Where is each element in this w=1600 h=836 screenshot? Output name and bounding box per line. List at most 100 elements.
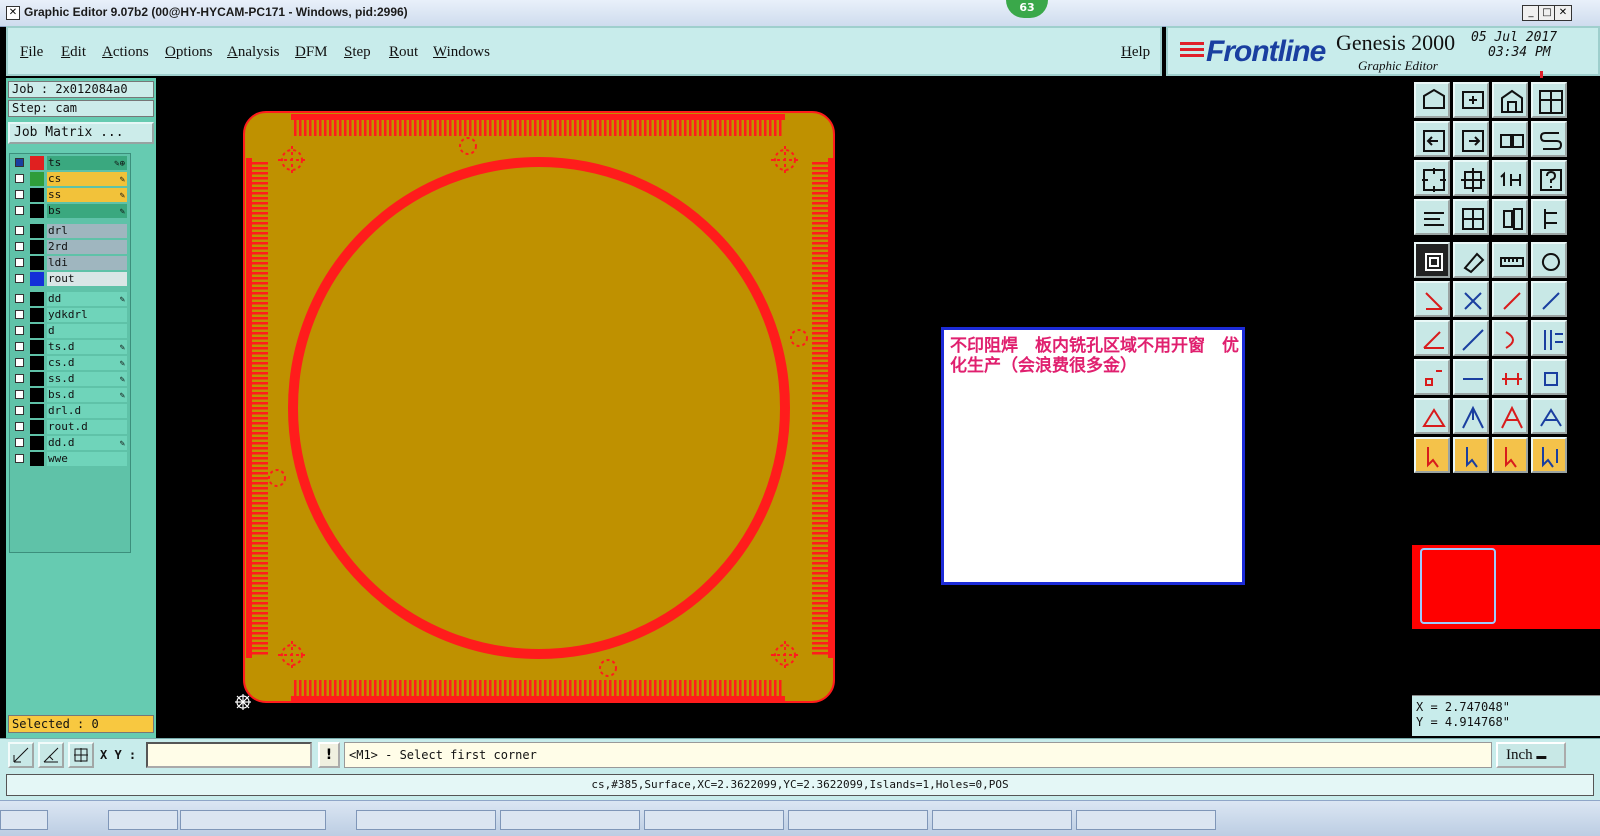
grid-icon[interactable] — [1453, 199, 1489, 235]
layer-name[interactable]: rout.d — [47, 420, 127, 434]
layer-name[interactable]: ss ✎ — [47, 188, 127, 202]
layer-checkbox[interactable] — [15, 438, 24, 447]
taskbar-item[interactable] — [180, 810, 326, 830]
layer-row-bs[interactable]: bs ✎ — [13, 204, 131, 218]
taskbar-item[interactable] — [356, 810, 496, 830]
layer-checkbox[interactable] — [15, 406, 24, 415]
layers-red-icon[interactable] — [1492, 199, 1528, 235]
palette-icon[interactable] — [1414, 199, 1450, 235]
snap-s-icon[interactable] — [1531, 121, 1567, 157]
menu-step[interactable]: Step — [344, 44, 371, 61]
layer-color-swatch[interactable] — [30, 420, 44, 434]
layer-color-swatch[interactable] — [30, 452, 44, 466]
taskbar-item[interactable] — [108, 810, 178, 830]
help-icon[interactable] — [1531, 160, 1567, 196]
layer-color-swatch[interactable] — [30, 308, 44, 322]
menu-analysis[interactable]: Analysis — [227, 44, 280, 61]
taskbar-item[interactable] — [932, 810, 1072, 830]
layer-name[interactable]: rout — [47, 272, 127, 286]
layer-color-swatch[interactable] — [30, 224, 44, 238]
fit-icon[interactable] — [1414, 160, 1450, 196]
layer-row-d[interactable]: d — [13, 324, 131, 338]
layer-row-cs-d[interactable]: cs.d ✎ — [13, 356, 131, 370]
taskbar-item[interactable] — [1076, 810, 1216, 830]
layer-checkbox[interactable] — [15, 158, 24, 167]
menu-edit[interactable]: Edit — [61, 44, 86, 61]
menu-rout[interactable]: Rout — [389, 44, 418, 61]
triangle-up-icon[interactable] — [1453, 398, 1489, 434]
erase-icon[interactable] — [1453, 242, 1489, 278]
layer-name[interactable]: wwe — [47, 452, 127, 466]
house-icon[interactable] — [1492, 82, 1528, 118]
layer-name[interactable]: ldi — [47, 256, 127, 270]
layer-checkbox[interactable] — [15, 326, 24, 335]
pointer2-icon[interactable] — [1453, 437, 1489, 473]
menu-windows[interactable]: Windows — [433, 44, 490, 61]
layer-color-swatch[interactable] — [30, 156, 44, 170]
layer-name[interactable]: dd ✎ — [47, 292, 127, 306]
hline-icon[interactable] — [1453, 359, 1489, 395]
layer-name[interactable]: ss.d ✎ — [47, 372, 127, 386]
layer-color-swatch[interactable] — [30, 436, 44, 450]
window-icon[interactable] — [1531, 82, 1567, 118]
letter-a-icon[interactable] — [1492, 398, 1528, 434]
layer-row-bs-d[interactable]: bs.d ✎ — [13, 388, 131, 402]
warning-button[interactable]: ! — [318, 742, 340, 768]
draw-line-icon[interactable] — [1453, 320, 1489, 356]
layer-row-rout[interactable]: rout — [13, 272, 131, 286]
center-icon[interactable] — [1453, 160, 1489, 196]
layer-row-drl[interactable]: drl — [13, 224, 131, 238]
layer-row-wwe[interactable]: wwe — [13, 452, 131, 466]
layer-color-swatch[interactable] — [30, 340, 44, 354]
xy-input[interactable] — [146, 742, 312, 768]
layer-color-swatch[interactable] — [30, 404, 44, 418]
dot-icon[interactable] — [1531, 242, 1567, 278]
layer-checkbox[interactable] — [15, 390, 24, 399]
layer-checkbox[interactable] — [15, 190, 24, 199]
menu-file[interactable]: File — [20, 44, 43, 61]
layer-checkbox[interactable] — [15, 294, 24, 303]
layer-row-2rd[interactable]: 2rd — [13, 240, 131, 254]
layer-name[interactable]: bs ✎ — [47, 204, 127, 218]
zoom-home-icon[interactable] — [1414, 82, 1450, 118]
hdim-icon[interactable] — [1492, 359, 1528, 395]
layer-row-rout-d[interactable]: rout.d — [13, 420, 131, 434]
layer-color-swatch[interactable] — [30, 204, 44, 218]
ruler-icon[interactable] — [1492, 242, 1528, 278]
layer-name[interactable]: drl — [47, 224, 127, 238]
layer-checkbox[interactable] — [15, 206, 24, 215]
line-node2-icon[interactable] — [1531, 281, 1567, 317]
layer-row-drl-d[interactable]: drl.d — [13, 404, 131, 418]
snap-angle-icon[interactable] — [38, 742, 64, 768]
triangle-icon[interactable] — [1414, 398, 1450, 434]
layer-color-swatch[interactable] — [30, 188, 44, 202]
layer-row-ss[interactable]: ss ✎ — [13, 188, 131, 202]
zoom-in-icon[interactable] — [1453, 82, 1489, 118]
layer-checkbox[interactable] — [15, 358, 24, 367]
layer-color-swatch[interactable] — [30, 292, 44, 306]
taskbar-item[interactable] — [500, 810, 640, 830]
connect-icon[interactable] — [1414, 281, 1450, 317]
layer-row-ldi[interactable]: ldi — [13, 256, 131, 270]
layer-checkbox[interactable] — [15, 374, 24, 383]
pointer4-icon[interactable] — [1531, 437, 1567, 473]
box-node-icon[interactable] — [1414, 359, 1450, 395]
layer-checkbox[interactable] — [15, 174, 24, 183]
menu-options[interactable]: Options — [165, 44, 213, 61]
layer-color-swatch[interactable] — [30, 356, 44, 370]
layer-row-ts[interactable]: ts ✎⊕ — [13, 156, 131, 170]
pan-right-icon[interactable] — [1453, 121, 1489, 157]
blob-icon[interactable] — [1531, 359, 1567, 395]
pan-left-icon[interactable] — [1414, 121, 1450, 157]
layer-checkbox[interactable] — [15, 226, 24, 235]
layer-name[interactable]: ts.d ✎ — [47, 340, 127, 354]
layer-color-swatch[interactable] — [30, 256, 44, 270]
parallel-icon[interactable] — [1531, 320, 1567, 356]
layer-checkbox[interactable] — [15, 454, 24, 463]
arc-icon[interactable] — [1492, 320, 1528, 356]
layer-name[interactable]: dd.d ✎ — [47, 436, 127, 450]
layer-row-ts-d[interactable]: ts.d ✎ — [13, 340, 131, 354]
layer-color-swatch[interactable] — [30, 240, 44, 254]
layer-color-swatch[interactable] — [30, 172, 44, 186]
pointer-icon[interactable] — [1414, 437, 1450, 473]
